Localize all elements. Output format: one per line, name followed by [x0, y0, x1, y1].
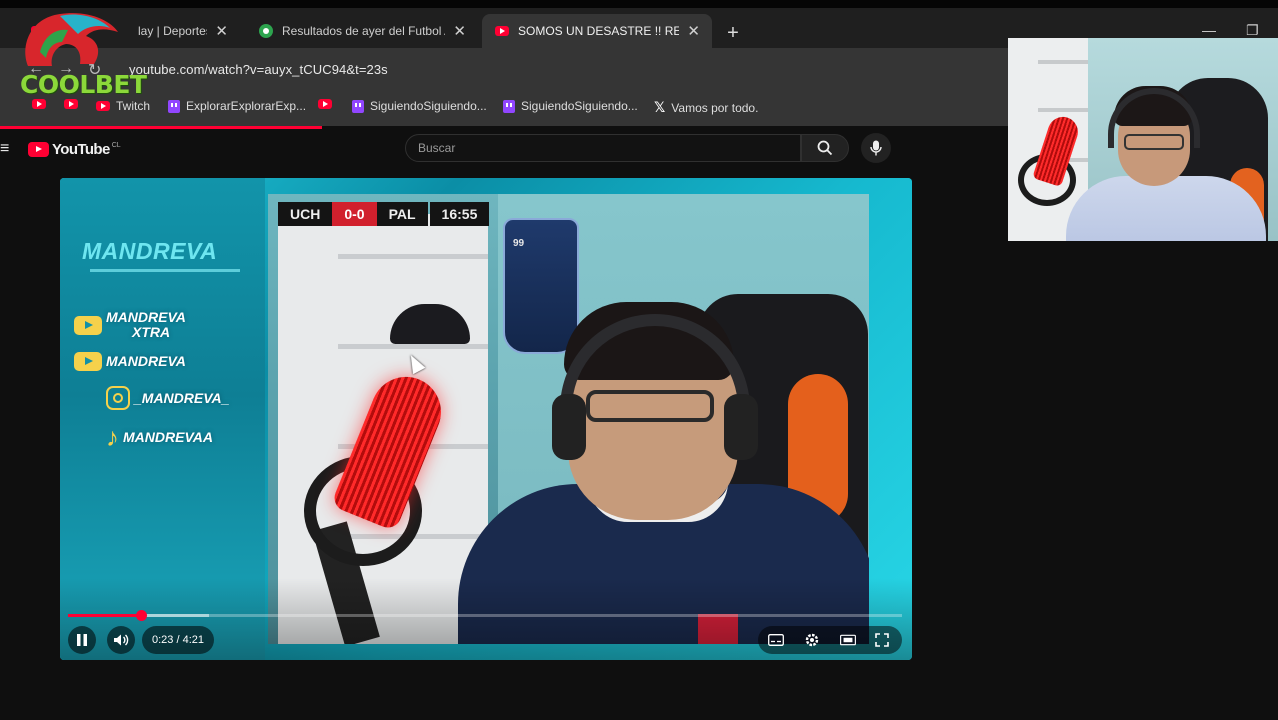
bookmark-siguiendo-1[interactable]: SiguiendoSiguiendo...	[352, 99, 487, 113]
bookmark-siguiendo-2[interactable]: SiguiendoSiguiendo...	[503, 99, 638, 113]
pause-icon	[77, 634, 87, 646]
coolbet-mascot-icon	[25, 13, 118, 66]
x-logo-icon: 𝕏	[654, 99, 666, 115]
channel-name-title: MANDREVA	[82, 238, 218, 264]
time-display: 0:23 / 4:21	[142, 626, 214, 654]
social-label-line1: MANDREVA	[106, 309, 186, 325]
new-tab-plus-icon[interactable]: +	[722, 22, 744, 45]
minimize-icon[interactable]: —	[1202, 22, 1216, 38]
theater-mode-button[interactable]	[840, 632, 856, 648]
youtube-favicon-icon	[64, 99, 78, 109]
youtube-social-icon	[74, 352, 102, 371]
restore-icon[interactable]: ❐	[1246, 22, 1259, 39]
away-team: PAL	[376, 202, 428, 226]
youtube-favicon-icon	[494, 23, 510, 39]
search-icon	[817, 140, 833, 156]
subtitles-icon	[768, 634, 784, 646]
social-instagram: _MANDREVA_	[106, 386, 229, 410]
soccer-favicon-icon	[258, 23, 274, 39]
youtube-favicon-icon	[32, 99, 46, 109]
camera-headphone-cup	[552, 394, 586, 460]
social-label: MANDREVAA	[123, 428, 213, 445]
screen: lay | Deportes U ✕ Resultados de ayer de…	[0, 0, 1278, 720]
played-bar	[68, 614, 142, 617]
search-input[interactable]	[406, 135, 800, 161]
video-player[interactable]: MANDREVA MANDREVA XTRA MANDREVA _MANDREVA…	[60, 178, 912, 660]
bookmark-youtube-3[interactable]	[318, 99, 338, 109]
search-button[interactable]	[801, 134, 849, 162]
social-label: MANDREVA XTRA	[106, 310, 186, 340]
close-tab-icon[interactable]: ✕	[215, 22, 228, 40]
subtitles-button[interactable]	[768, 632, 784, 648]
right-controls	[758, 626, 902, 654]
region-code: CL	[111, 141, 121, 149]
close-tab-icon[interactable]: ✕	[453, 22, 466, 40]
camera-shelf	[338, 254, 488, 259]
social-youtube-main: MANDREVA	[74, 352, 186, 371]
bookmark-youtube-1[interactable]	[32, 99, 52, 109]
webcam-shelf-line	[1038, 60, 1088, 64]
bookmark-x[interactable]: 𝕏 Vamos por todo.	[654, 99, 758, 116]
fullscreen-icon	[875, 633, 889, 647]
youtube-favicon-icon	[318, 99, 332, 109]
volume-button[interactable]	[107, 626, 135, 654]
match-clock: 16:55	[429, 202, 490, 226]
window-top-strip	[0, 0, 1278, 8]
microphone-icon	[870, 140, 882, 156]
bookmark-explorar[interactable]: ExplorarExplorarExp...	[168, 99, 306, 113]
close-tab-icon[interactable]: ✕	[687, 22, 700, 40]
instagram-icon	[106, 386, 130, 410]
youtube-social-icon	[74, 315, 102, 335]
tiktok-icon: ♪	[106, 422, 119, 452]
match-scoreboard: UCH 0-0 PAL 16:55	[278, 202, 490, 226]
match-score: 0-0	[332, 202, 377, 226]
social-youtube-xtra: MANDREVA XTRA	[74, 310, 186, 340]
pause-button[interactable]	[68, 626, 96, 654]
tab-somos-un-desastre[interactable]: SOMOS UN DESASTRE !! RE ✕	[482, 14, 712, 48]
webcam-person-shirt	[1066, 176, 1266, 241]
home-team: UCH	[278, 202, 333, 226]
social-tiktok: ♪ MANDREVAA	[106, 424, 213, 450]
twitch-favicon-icon	[168, 99, 180, 113]
camera-headphone-cup	[724, 394, 758, 460]
theater-mode-icon	[840, 634, 856, 646]
channel-name-underline	[90, 269, 240, 272]
url-field[interactable]: youtube.com/watch?v=auyx_tCUC94&t=23s	[129, 62, 388, 77]
fullscreen-button[interactable]	[874, 632, 890, 648]
tab-resultados[interactable]: Resultados de ayer del Futbol A ✕	[246, 14, 478, 48]
bookmark-twitch[interactable]: Twitch	[96, 99, 150, 113]
video-progress-bar[interactable]	[68, 610, 902, 621]
webcam-overlay	[1008, 38, 1278, 241]
youtube-favicon-icon	[96, 101, 110, 111]
card-rating: 99	[513, 238, 525, 249]
youtube-header: ≡ YouTube CL	[0, 129, 1006, 169]
streamer-camera-feed: 99	[268, 194, 869, 644]
twitch-favicon-icon	[352, 99, 364, 113]
tab-title: Resultados de ayer del Futbol A	[282, 24, 446, 38]
youtube-play-logo-icon	[28, 142, 49, 157]
gear-icon	[805, 633, 819, 647]
menu-hamburger-icon[interactable]: ≡	[0, 140, 9, 158]
camera-shelf	[338, 344, 488, 349]
twitch-favicon-icon	[503, 99, 515, 113]
social-label-line2: XTRA	[132, 324, 171, 340]
player-rating-card: 99	[503, 218, 579, 354]
bookmark-youtube-2[interactable]	[64, 99, 84, 109]
voice-search-button[interactable]	[861, 133, 891, 163]
settings-button[interactable]	[804, 632, 820, 648]
youtube-logo[interactable]: YouTube CL	[28, 141, 121, 158]
search-box	[405, 134, 801, 162]
social-label: _MANDREVA_	[134, 389, 230, 406]
coolbet-logo: COOLBET	[10, 6, 147, 99]
webcam-shelf-line	[1038, 108, 1088, 112]
youtube-wordmark: YouTube	[52, 141, 110, 158]
coolbet-logo-text: COOLBET	[20, 70, 147, 99]
social-label: MANDREVA	[106, 353, 186, 369]
volume-icon	[114, 634, 129, 646]
tab-title: SOMOS UN DESASTRE !! RE	[518, 24, 680, 38]
